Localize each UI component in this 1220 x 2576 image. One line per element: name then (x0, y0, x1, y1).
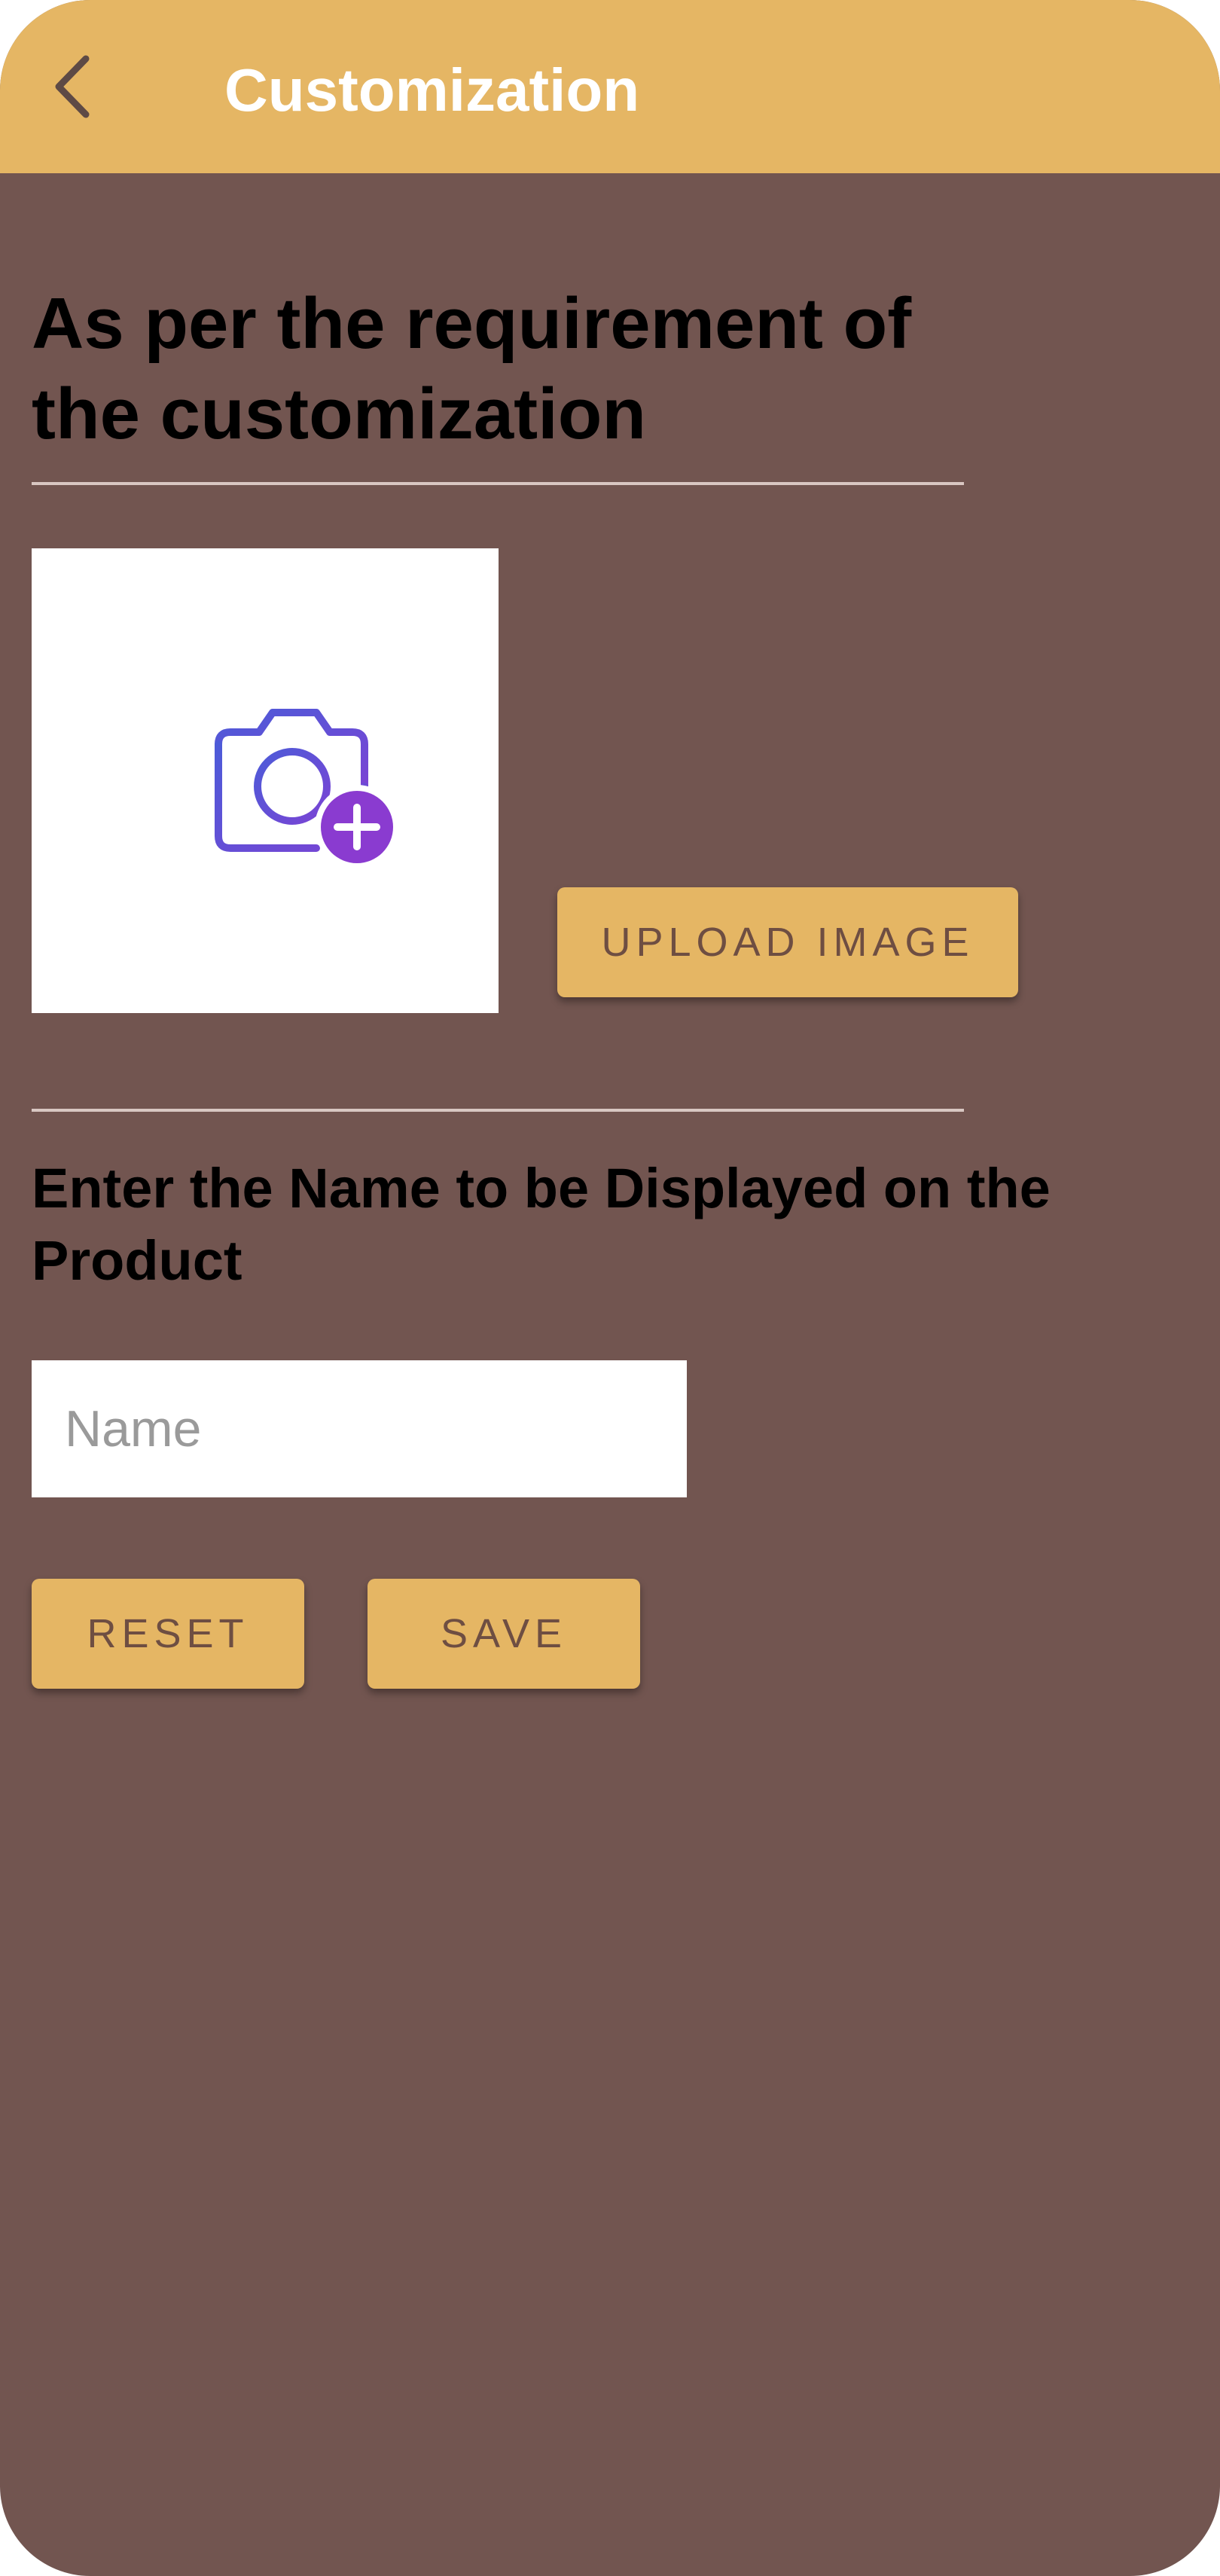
divider (32, 482, 964, 485)
app-bar: Customization (0, 0, 1220, 173)
upload-image-button[interactable]: UPLOAD IMAGE (557, 887, 1018, 997)
divider (32, 1109, 964, 1112)
phone-screen: Customization As per the requirement of … (0, 0, 1220, 2576)
section-heading: As per the requirement of the customizat… (32, 283, 912, 454)
add-photo-icon (215, 709, 399, 869)
save-button[interactable]: SAVE (368, 1579, 640, 1689)
name-input[interactable] (32, 1360, 687, 1497)
image-preview[interactable] (32, 548, 499, 1013)
name-field-label: Enter the Name to be Displayed on the Pr… (32, 1157, 1051, 1292)
back-button[interactable] (45, 53, 98, 121)
page-title: Customization (224, 56, 640, 124)
reset-button[interactable]: RESET (32, 1579, 304, 1689)
chevron-left-icon (55, 55, 90, 118)
